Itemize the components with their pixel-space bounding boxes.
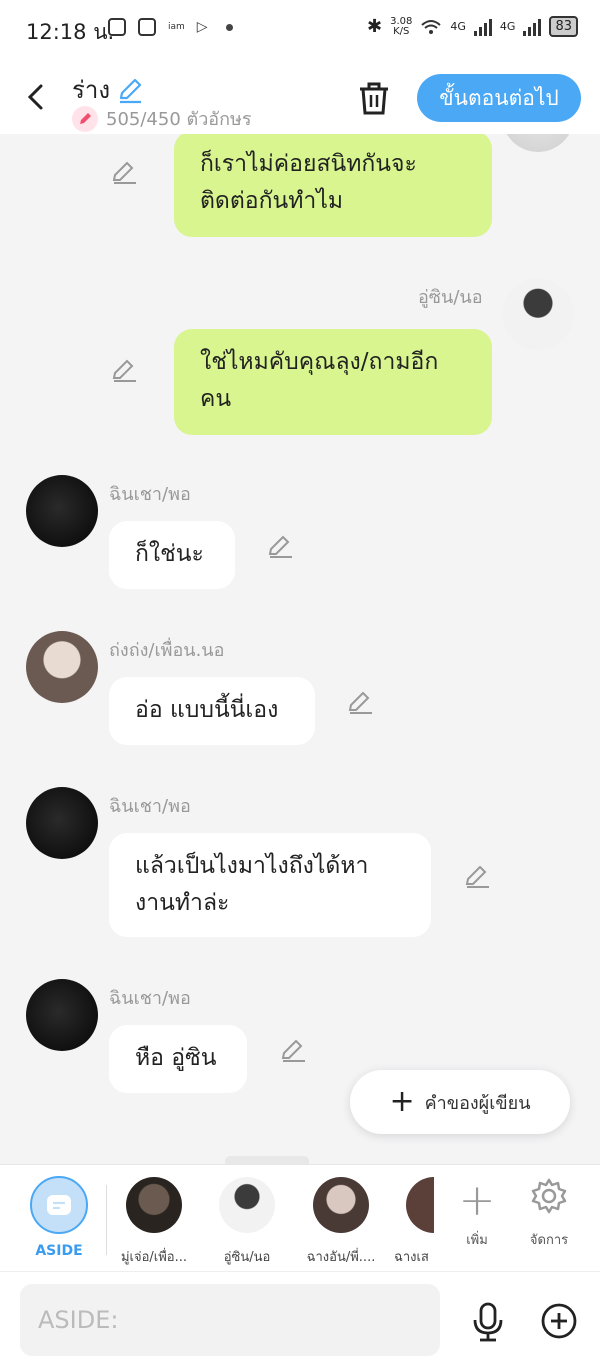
avatar-qinchao[interactable]: [26, 979, 98, 1051]
status-time: 12:18 น.: [26, 20, 115, 44]
next-step-button[interactable]: ขั้นตอนต่อไป: [417, 74, 581, 122]
character-avatar: [219, 1177, 275, 1233]
character-name: ฉางอัน/พี่....: [306, 1250, 376, 1265]
message-bubble[interactable]: ใช่ไหมคับคุณลุง/ถามอีกคน: [174, 329, 492, 435]
gear-icon: [531, 1178, 567, 1214]
net-speed: 3.08: [390, 15, 413, 27]
speaker-name: ฉินเชา/พอ: [109, 796, 191, 817]
app-notification-icon: [138, 18, 156, 36]
edit-message-icon[interactable]: [266, 532, 294, 560]
edit-message-icon[interactable]: [346, 688, 374, 716]
edit-title-icon[interactable]: [116, 76, 144, 104]
aside-icon: [47, 1195, 71, 1215]
chat-area[interactable]: ก็เราไม่ค่อยสนิทกันจะติดต่อกันทำไม อู่ซิ…: [0, 134, 600, 1164]
signal-icon-2: [523, 18, 542, 36]
bluetooth-icon: ✱: [367, 16, 383, 37]
speaker-name: ฉินเชา/พอ: [109, 484, 191, 505]
character-name: ฉางเส: [394, 1250, 428, 1265]
avatar-qinchao[interactable]: [26, 475, 98, 547]
avatar-wuxin[interactable]: [502, 134, 574, 152]
message-bubble[interactable]: แล้วเป็นไงมาไงถึงได้หางานทำล่ะ: [109, 833, 431, 937]
network-type-1: 4G: [450, 20, 466, 33]
aside-character-button[interactable]: [30, 1176, 88, 1234]
plus-icon: +: [389, 1084, 415, 1119]
speaker-name: ฉินเชา/พอ: [109, 988, 191, 1009]
battery-icon: 83: [549, 16, 578, 37]
author-note-button[interactable]: + คำของผู้เขียน: [350, 1070, 570, 1134]
speaker-name: อู่ซิน/นอ: [418, 287, 483, 308]
status-bar: 12:18 น. iam ▷ ✱ 3.08 K/S 4G 4G 83: [0, 0, 600, 62]
speaker-name: ถ่งถ่ง/เพื่อน.นอ: [109, 640, 225, 661]
message-bubble[interactable]: ก็ใช่นะ: [109, 521, 235, 589]
character-item[interactable]: ฉางเส: [380, 1177, 434, 1267]
avatar-tongtong[interactable]: [26, 631, 98, 703]
character-avatar: [313, 1177, 369, 1233]
character-count: 505/450 ตัวอักษร: [106, 109, 252, 130]
manage-characters-button[interactable]: จัดการ: [522, 1177, 576, 1250]
author-note-label: คำของผู้เขียน: [424, 1092, 531, 1114]
character-name: อู่ซิน/นอ: [223, 1250, 271, 1265]
add-character-button[interactable]: + เพิ่ม: [454, 1177, 500, 1250]
edit-message-icon[interactable]: [463, 862, 491, 890]
message-bubble[interactable]: อ่อ แบบนี้นี่เอง: [109, 677, 315, 745]
add-label: เพิ่ม: [466, 1233, 488, 1248]
network-type-2: 4G: [499, 20, 516, 33]
app-logo-icon: iam: [168, 22, 185, 32]
more-notifications-icon: [225, 23, 233, 31]
plus-icon: +: [458, 1175, 496, 1226]
edit-message-icon[interactable]: [110, 158, 138, 186]
composer-bar: ASIDE:: [0, 1271, 600, 1368]
net-speed-unit: K/S: [393, 25, 410, 37]
wifi-icon: [421, 19, 442, 34]
play-icon: ▷: [196, 19, 208, 35]
message-input[interactable]: ASIDE:: [20, 1284, 440, 1356]
avatar-qinchao[interactable]: [26, 787, 98, 859]
character-item[interactable]: อู่ซิน/นอ: [197, 1177, 297, 1267]
app-header: ร่าง 505/450 ตัวอักษร ขั้นตอนต่อไป: [0, 62, 600, 134]
pencil-icon: [72, 105, 98, 132]
trash-icon[interactable]: [357, 80, 391, 116]
message-bubble[interactable]: ก็เราไม่ค่อยสนิทกันจะติดต่อกันทำไม: [174, 134, 492, 237]
signal-icon: [473, 18, 492, 36]
edit-message-icon[interactable]: [279, 1036, 307, 1064]
manage-label: จัดการ: [529, 1233, 569, 1248]
edit-message-icon[interactable]: [110, 356, 138, 384]
character-item[interactable]: มู่เจ่อ/เพื่อ...: [104, 1177, 204, 1267]
add-circle-icon[interactable]: [540, 1302, 578, 1340]
microphone-icon[interactable]: [470, 1302, 506, 1342]
message-bubble[interactable]: หือ อู่ซิน: [109, 1025, 247, 1093]
character-avatar: [406, 1177, 434, 1233]
notification-icon: [108, 18, 126, 36]
character-item[interactable]: ฉางอัน/พี่....: [291, 1177, 391, 1267]
character-avatar: [126, 1177, 182, 1233]
aside-label: ASIDE: [35, 1243, 83, 1259]
character-name: มู่เจ่อ/เพื่อ...: [120, 1250, 188, 1265]
character-bar: ASIDE มู่เจ่อ/เพื่อ... อู่ซิน/นอ ฉางอัน/…: [0, 1164, 600, 1271]
avatar-wuxin[interactable]: [502, 278, 574, 350]
back-arrow-icon[interactable]: [22, 82, 52, 112]
